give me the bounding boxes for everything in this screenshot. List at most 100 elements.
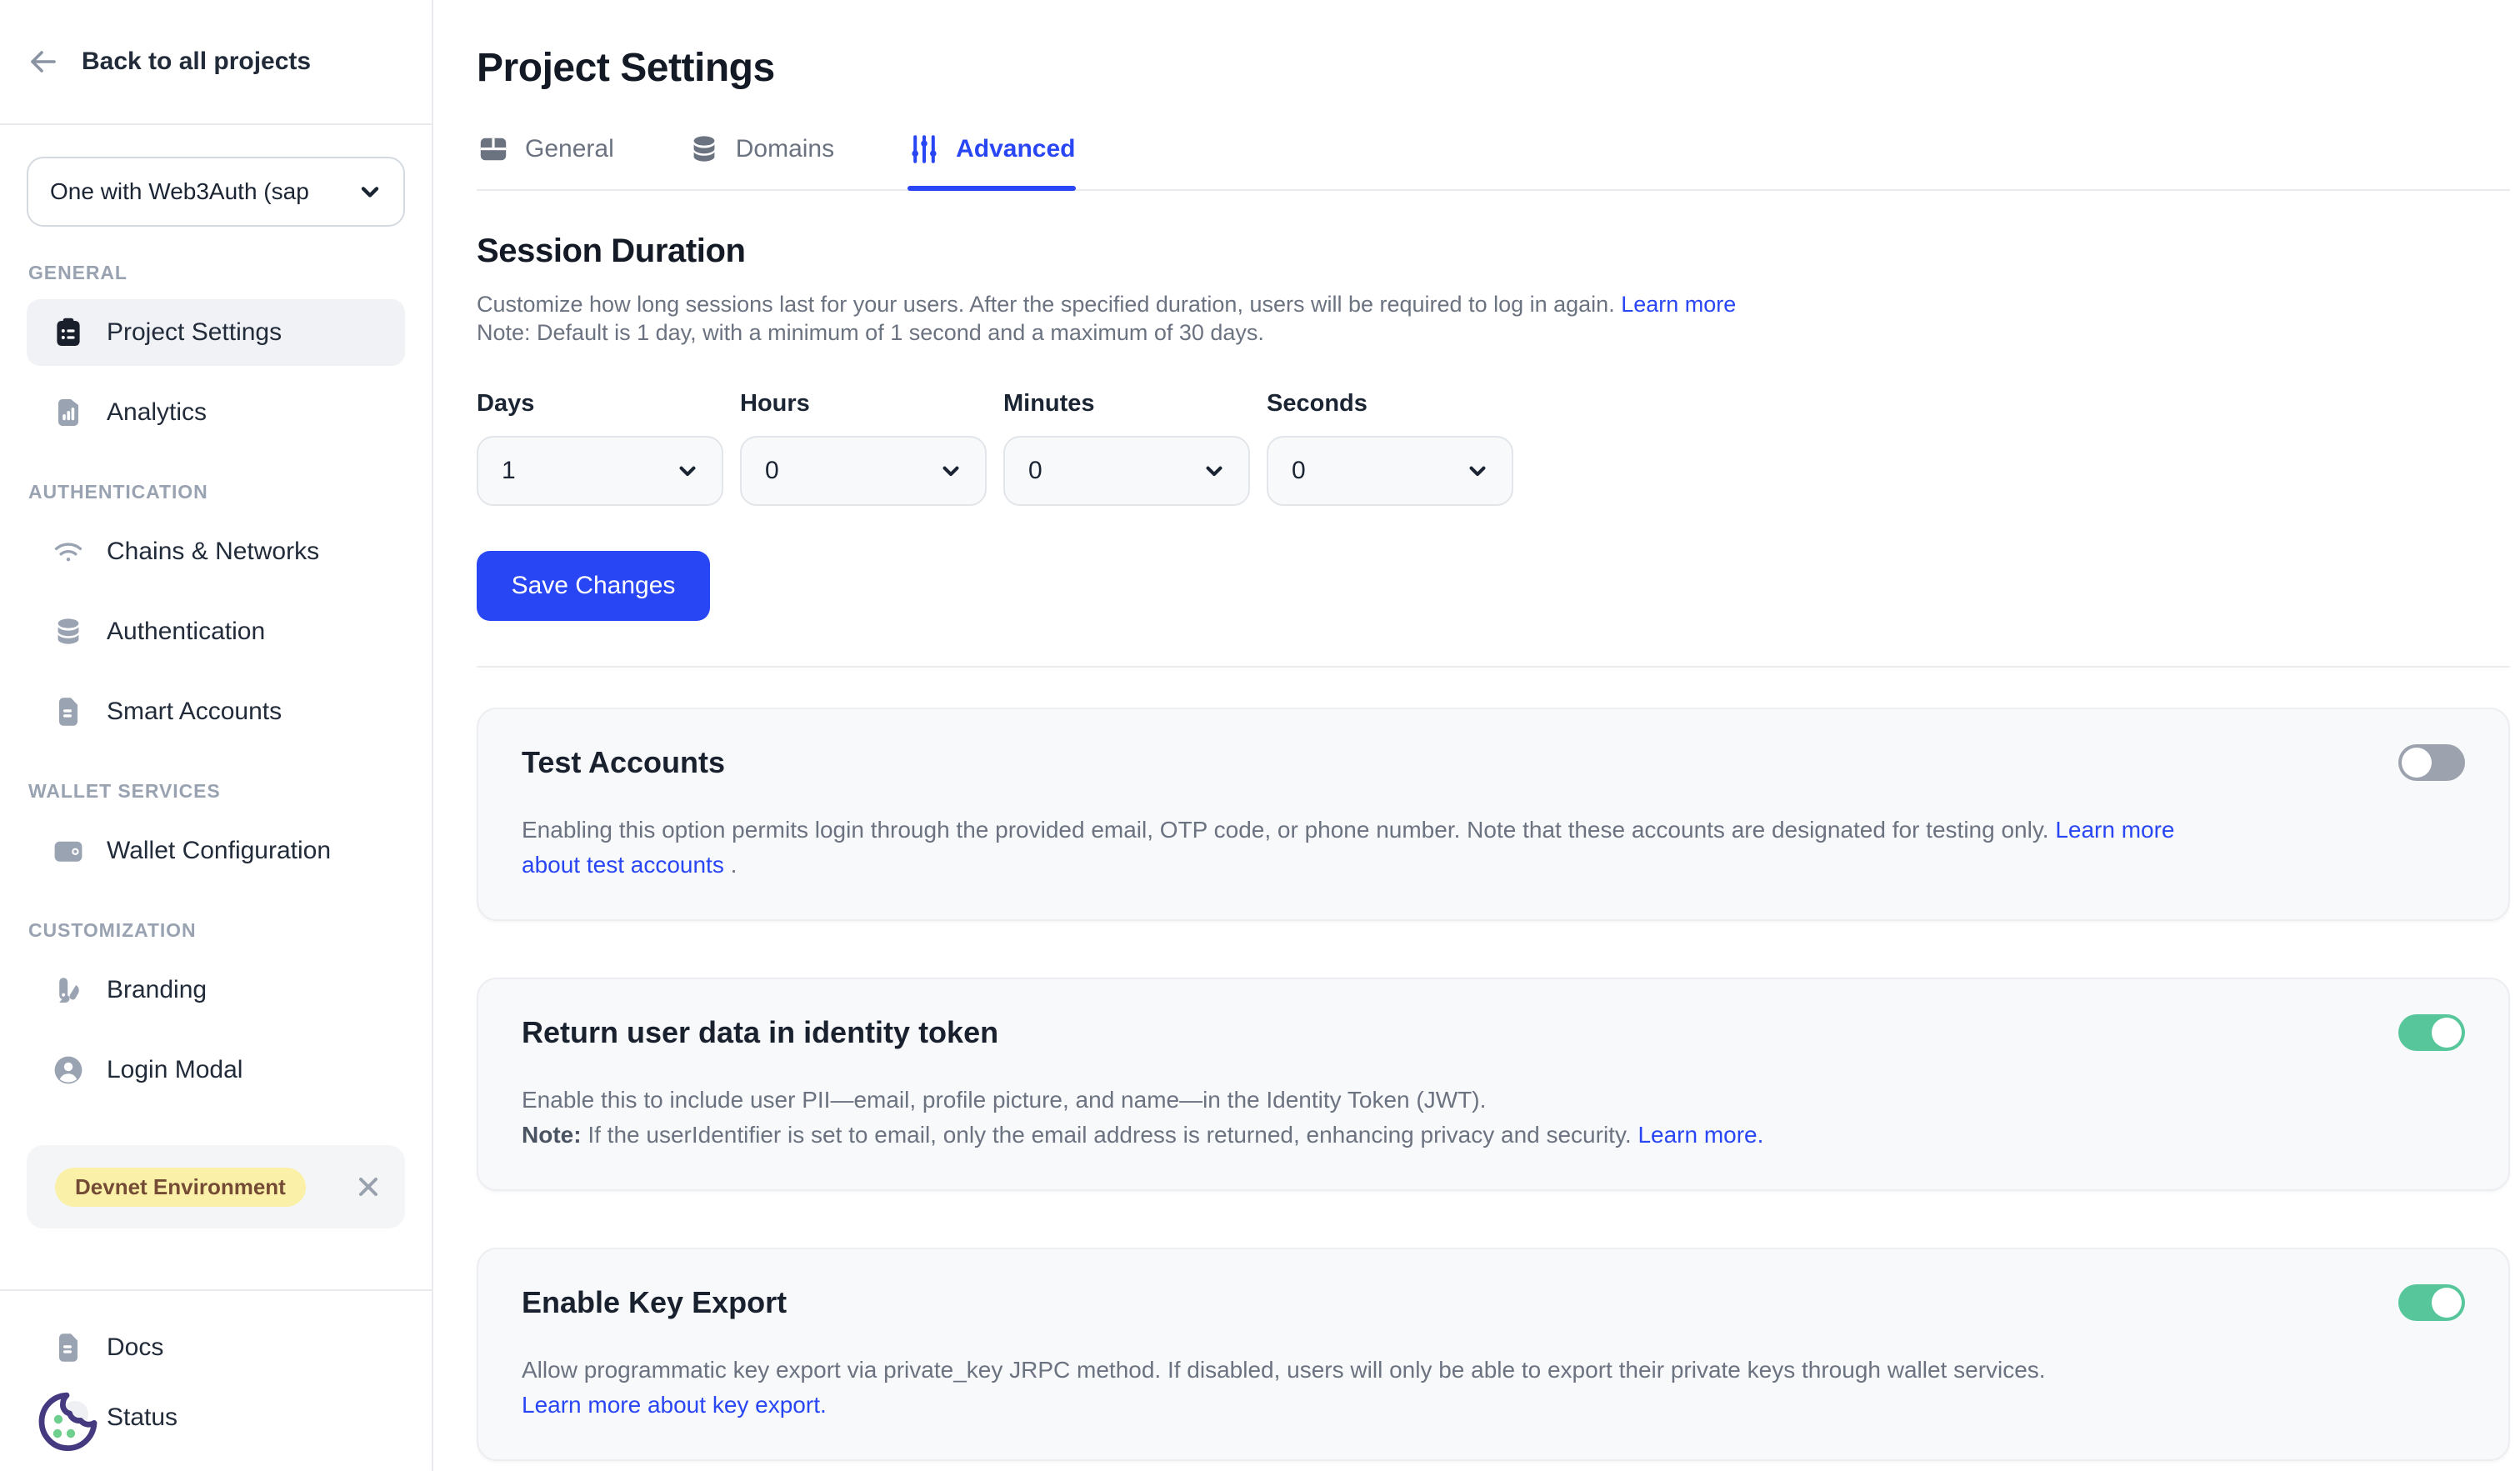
sidebar-item-label: Docs [107, 1333, 163, 1362]
seconds-select[interactable]: 0 [1267, 436, 1513, 506]
section-label-wallet-services: WALLET SERVICES [28, 780, 405, 803]
chevron-down-icon [677, 460, 698, 482]
sidebar: Back to all projects One with Web3Auth (… [0, 0, 433, 1471]
chevron-down-icon [940, 460, 962, 482]
learn-more-key-export-link[interactable]: Learn more about key export. [522, 1392, 827, 1418]
app-window: Back to all projects One with Web3Auth (… [0, 0, 2520, 1471]
card-description: Enabling this option permits login throu… [522, 813, 2188, 883]
days-field: Days 1 [477, 390, 723, 506]
learn-more-identity-link[interactable]: Learn more. [1638, 1122, 1763, 1148]
days-label: Days [477, 390, 723, 418]
sidebar-item-smart-accounts[interactable]: Smart Accounts [27, 678, 405, 745]
tab-advanced[interactable]: Advanced [908, 133, 1075, 189]
sidebar-item-label: Chains & Networks [107, 538, 319, 566]
sidebar-item-status[interactable]: Status [27, 1384, 405, 1451]
session-duration-title: Session Duration [477, 233, 2510, 270]
sidebar-item-branding[interactable]: Branding [27, 957, 405, 1023]
hours-label: Hours [740, 390, 987, 418]
tab-general[interactable]: General [477, 133, 614, 189]
card-title: Test Accounts [522, 745, 725, 780]
note-prefix: Note: [522, 1122, 582, 1148]
sidebar-item-wallet-configuration[interactable]: Wallet Configuration [27, 818, 405, 884]
toggle-knob [2402, 748, 2432, 778]
wifi-icon [52, 535, 85, 568]
environment-card: Devnet Environment [27, 1145, 405, 1228]
sidebar-item-label: Branding [107, 976, 207, 1004]
user-circle-icon [52, 1053, 85, 1087]
sidebar-item-docs[interactable]: Docs [27, 1314, 405, 1381]
sidebar-item-project-settings[interactable]: Project Settings [27, 299, 405, 366]
save-changes-button[interactable]: Save Changes [477, 551, 710, 621]
duration-fields: Days 1 Hours 0 Minutes 0 [477, 390, 2510, 506]
section-divider [477, 666, 2510, 668]
card-description: Enable this to include user PII—email, p… [522, 1083, 2188, 1153]
branding-icon [52, 973, 85, 1007]
tab-label: Domains [736, 135, 834, 163]
sidebar-footer: Docs Status [0, 1289, 432, 1471]
seconds-label: Seconds [1267, 390, 1513, 418]
hours-select[interactable]: 0 [740, 436, 987, 506]
toggle-knob [2432, 1018, 2462, 1048]
learn-more-link[interactable]: Learn more [1621, 292, 1736, 317]
tab-domains[interactable]: Domains [688, 133, 834, 189]
table-icon [477, 133, 510, 166]
sidebar-item-login-modal[interactable]: Login Modal [27, 1037, 405, 1103]
identity-token-card: Return user data in identity token Enabl… [477, 978, 2510, 1191]
back-to-projects-button[interactable]: Back to all projects [0, 0, 432, 125]
sidebar-item-label: Wallet Configuration [107, 837, 331, 865]
section-label-authentication: AUTHENTICATION [28, 481, 405, 503]
test-accounts-card: Test Accounts Enabling this option permi… [477, 708, 2510, 921]
database-icon [688, 133, 721, 166]
tab-label: General [525, 135, 614, 163]
file-icon [52, 695, 85, 728]
section-label-general: GENERAL [28, 262, 405, 284]
sliders-icon [908, 133, 941, 166]
environment-badge: Devnet Environment [55, 1168, 306, 1207]
test-accounts-toggle[interactable] [2398, 744, 2465, 781]
analytics-icon [52, 396, 85, 429]
sidebar-item-authentication[interactable]: Authentication [27, 598, 405, 665]
identity-token-toggle[interactable] [2398, 1014, 2465, 1051]
chevron-down-icon [1203, 460, 1225, 482]
card-title: Return user data in identity token [522, 1015, 998, 1050]
close-icon[interactable] [355, 1173, 382, 1200]
back-to-projects-label: Back to all projects [82, 48, 311, 76]
minutes-select[interactable]: 0 [1003, 436, 1250, 506]
sidebar-item-label: Project Settings [107, 318, 282, 347]
days-select[interactable]: 1 [477, 436, 723, 506]
chevron-down-icon [1467, 460, 1488, 482]
cookie-icon[interactable] [52, 1401, 85, 1434]
clipboard-icon [52, 316, 85, 349]
seconds-field: Seconds 0 [1267, 390, 1513, 506]
project-selector-value: One with Web3Auth (sap [50, 178, 309, 205]
minutes-field: Minutes 0 [1003, 390, 1250, 506]
tab-label: Advanced [956, 135, 1075, 163]
sidebar-item-analytics[interactable]: Analytics [27, 379, 405, 446]
docs-icon [52, 1331, 85, 1364]
tab-bar: General Domains Advanced [477, 133, 2510, 191]
arrow-left-icon [27, 45, 60, 78]
sidebar-item-label: Analytics [107, 398, 207, 427]
card-description: Allow programmatic key export via privat… [522, 1353, 2188, 1423]
page-title: Project Settings [477, 45, 2510, 91]
toggle-knob [2432, 1288, 2462, 1318]
card-title: Enable Key Export [522, 1285, 787, 1320]
sidebar-nav: GENERAL Project Settings Analytics [0, 227, 432, 1117]
project-selector[interactable]: One with Web3Auth (sap [27, 157, 405, 227]
wallet-icon [52, 834, 85, 868]
chevron-down-icon [358, 180, 382, 203]
session-duration-note: Note: Default is 1 day, with a minimum o… [477, 318, 2510, 347]
minutes-label: Minutes [1003, 390, 1250, 418]
sidebar-item-label: Login Modal [107, 1056, 242, 1084]
main-content: Project Settings General Domains [433, 0, 2520, 1471]
sidebar-item-label: Authentication [107, 618, 265, 646]
key-export-card: Enable Key Export Allow programmatic key… [477, 1248, 2510, 1461]
hours-field: Hours 0 [740, 390, 987, 506]
section-label-customization: CUSTOMIZATION [28, 919, 405, 942]
database-icon [52, 615, 85, 648]
sidebar-item-label: Status [107, 1403, 178, 1432]
session-duration-description: Customize how long sessions last for you… [477, 290, 2510, 318]
key-export-toggle[interactable] [2398, 1284, 2465, 1321]
sidebar-item-chains-networks[interactable]: Chains & Networks [27, 518, 405, 585]
sidebar-item-label: Smart Accounts [107, 698, 282, 726]
